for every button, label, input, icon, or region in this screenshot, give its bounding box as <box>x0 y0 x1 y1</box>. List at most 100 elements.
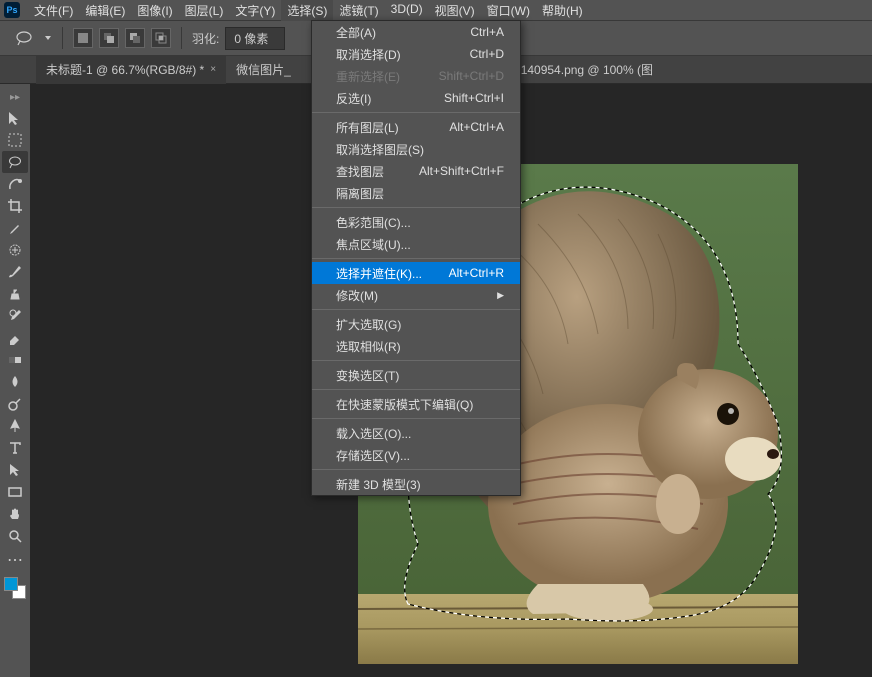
menu-item[interactable]: 全部(A)Ctrl+A <box>312 21 520 43</box>
submenu-arrow-icon: ▶ <box>497 290 504 301</box>
menu-item[interactable]: 所有图层(L) Alt+Ctrl+A <box>312 116 520 138</box>
menu-item-label: 选择并遮住(K)... <box>336 265 422 282</box>
menu-10[interactable]: 帮助(H) <box>536 0 589 21</box>
hand-tool[interactable] <box>2 503 28 525</box>
dropdown-arrow-icon[interactable] <box>44 34 52 42</box>
menu-2[interactable]: 图像(I) <box>131 0 178 21</box>
type-tool[interactable] <box>2 437 28 459</box>
menu-item[interactable]: 载入选区(O)... <box>312 422 520 444</box>
menu-separator <box>312 389 520 390</box>
app-logo: Ps <box>4 2 20 18</box>
menu-5[interactable]: 选择(S) <box>281 0 333 21</box>
menu-item[interactable]: 变换选区(T) <box>312 364 520 386</box>
menu-separator <box>312 207 520 208</box>
eyedropper-tool[interactable] <box>2 217 28 239</box>
menu-item[interactable]: 修改(M)▶ <box>312 284 520 306</box>
menu-item[interactable]: 选择并遮住(K)... Alt+Ctrl+R <box>312 262 520 284</box>
brush-selection-tool[interactable] <box>2 173 28 195</box>
lasso-tool[interactable] <box>2 151 28 173</box>
menu-item-label: 反选(I) <box>336 90 371 107</box>
menu-item[interactable]: 新建 3D 模型(3) <box>312 473 520 495</box>
menu-item[interactable]: 焦点区域(U)... <box>312 233 520 255</box>
menu-separator <box>312 112 520 113</box>
menu-item-label: 存储选区(V)... <box>336 447 410 464</box>
menu-separator <box>312 258 520 259</box>
menu-item-shortcut: Shift+Ctrl+I <box>444 91 504 105</box>
menu-item-label: 取消选择图层(S) <box>336 141 424 158</box>
menu-item[interactable]: 取消选择(D) Ctrl+D <box>312 43 520 65</box>
rectangle-tool[interactable] <box>2 481 28 503</box>
patch-tool[interactable] <box>2 239 28 261</box>
select-menu-dropdown: 全部(A)Ctrl+A 取消选择(D) Ctrl+D 重新选择(E)Shift+Ctr… <box>311 20 521 496</box>
menu-1[interactable]: 编辑(E) <box>79 0 131 21</box>
menu-separator <box>312 309 520 310</box>
brush-tool[interactable] <box>2 261 28 283</box>
tools-panel: ▸▸ ⋯ <box>0 84 30 677</box>
active-tool-indicator[interactable] <box>10 26 38 50</box>
expand-tools-icon[interactable]: ▸▸ <box>10 90 20 105</box>
color-swatch[interactable] <box>4 577 26 599</box>
menu-0[interactable]: 文件(F) <box>28 0 79 21</box>
menu-item-label: 查找图层 <box>336 163 384 180</box>
selection-intersect-icon[interactable] <box>151 28 171 48</box>
menu-item-label: 扩大选取(G) <box>336 316 401 333</box>
menu-item-label: 变换选区(T) <box>336 367 399 384</box>
history-brush-tool[interactable] <box>2 305 28 327</box>
menu-item-shortcut: Alt+Ctrl+A <box>449 120 504 134</box>
divider <box>62 27 63 49</box>
menu-6[interactable]: 滤镜(T) <box>333 0 384 21</box>
menu-item[interactable]: 取消选择图层(S) <box>312 138 520 160</box>
selection-new-icon[interactable] <box>73 28 93 48</box>
clone-stamp-tool[interactable] <box>2 283 28 305</box>
menu-item[interactable]: 隔离图层 <box>312 182 520 204</box>
tab-close-icon[interactable]: × <box>210 64 216 75</box>
menu-item[interactable]: 扩大选取(G) <box>312 313 520 335</box>
feather-input[interactable]: 0 像素 <box>225 27 285 50</box>
menu-3[interactable]: 图层(L) <box>179 0 230 21</box>
pen-tool[interactable] <box>2 415 28 437</box>
selection-subtract-icon[interactable] <box>125 28 145 48</box>
menu-separator <box>312 418 520 419</box>
menu-item-shortcut: Ctrl+D <box>470 47 504 61</box>
edit-toolbar-icon[interactable]: ⋯ <box>2 549 28 571</box>
crop-tool[interactable] <box>2 195 28 217</box>
dodge-tool[interactable] <box>2 393 28 415</box>
foreground-color[interactable] <box>4 577 18 591</box>
gradient-tool[interactable] <box>2 349 28 371</box>
menu-separator <box>312 469 520 470</box>
document-tab-0[interactable]: 未标题-1 @ 66.7%(RGB/8#) *× <box>36 55 226 84</box>
blur-tool[interactable] <box>2 371 28 393</box>
divider <box>181 27 182 49</box>
menu-item-label: 选取相似(R) <box>336 338 401 355</box>
menu-item[interactable]: 存储选区(V)... <box>312 444 520 466</box>
menu-item-shortcut: Shift+Ctrl+D <box>439 69 504 83</box>
menu-item: 重新选择(E)Shift+Ctrl+D <box>312 65 520 87</box>
menu-item-shortcut: Alt+Ctrl+R <box>449 266 504 280</box>
menu-4[interactable]: 文字(Y) <box>229 0 281 21</box>
marquee-tool[interactable] <box>2 129 28 151</box>
menu-item-label: 新建 3D 模型(3) <box>336 476 421 493</box>
menubar: Ps 文件(F)编辑(E)图像(I)图层(L)文字(Y)选择(S)滤镜(T)3D… <box>0 0 872 20</box>
eraser-tool[interactable] <box>2 327 28 349</box>
menu-separator <box>312 360 520 361</box>
menu-item-label: 载入选区(O)... <box>336 425 411 442</box>
menu-7[interactable]: 3D(D) <box>385 0 429 21</box>
menu-item-label: 在快速蒙版模式下编辑(Q) <box>336 396 473 413</box>
menu-item[interactable]: 在快速蒙版模式下编辑(Q) <box>312 393 520 415</box>
move-tool[interactable] <box>2 107 28 129</box>
selection-add-icon[interactable] <box>99 28 119 48</box>
tab-label: 微信图片_ <box>236 61 291 78</box>
menu-item[interactable]: 色彩范围(C)... <box>312 211 520 233</box>
document-tab-1[interactable]: 微信图片_ <box>226 55 301 84</box>
menu-item[interactable]: 反选(I) Shift+Ctrl+I <box>312 87 520 109</box>
menu-item-label: 全部(A) <box>336 24 376 41</box>
menu-8[interactable]: 视图(V) <box>429 0 481 21</box>
menu-item[interactable]: 查找图层Alt+Shift+Ctrl+F <box>312 160 520 182</box>
menu-item[interactable]: 选取相似(R) <box>312 335 520 357</box>
menu-item-label: 所有图层(L) <box>336 119 399 136</box>
path-selection-tool[interactable] <box>2 459 28 481</box>
menu-9[interactable]: 窗口(W) <box>481 0 536 21</box>
zoom-tool[interactable] <box>2 525 28 547</box>
feather-label: 羽化: <box>192 30 219 47</box>
menu-item-label: 取消选择(D) <box>336 46 401 63</box>
